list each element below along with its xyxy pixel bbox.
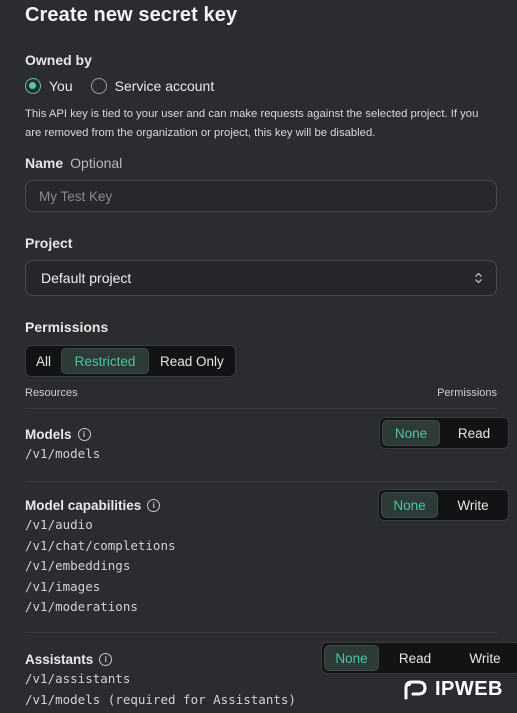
endpoint: /v1/assistants (25, 671, 131, 686)
owned-by-help-text: This API key is tied to your user and ca… (25, 108, 479, 139)
resource-title-text: Model capabilities (25, 498, 142, 513)
resource-title-model-capabilities: Model capabilities i (25, 498, 161, 513)
resource-title-text: Assistants (25, 652, 94, 667)
name-input-placeholder: My Test Key (39, 188, 113, 204)
permission-option-read[interactable]: Read (381, 645, 449, 671)
resource-title-models: Models i (25, 427, 91, 442)
ipweb-logo-icon (403, 679, 429, 701)
permission-option-write[interactable]: Write (451, 645, 517, 671)
permission-option-read[interactable]: Read (442, 420, 506, 446)
permissions-segmented-control: All Restricted Read Only (25, 345, 236, 377)
info-icon[interactable]: i (147, 499, 161, 512)
radio-service-account-label: Service account (114, 78, 215, 94)
radio-service-account[interactable]: Service account (90, 78, 215, 94)
permission-option-read-only[interactable]: Read Only (151, 348, 233, 374)
info-icon[interactable]: i (77, 428, 91, 441)
resource-title-text: Models (25, 427, 72, 442)
owned-by-label: Owned by (25, 52, 92, 68)
models-permission-toggle: None Read (379, 417, 509, 449)
permission-option-none[interactable]: None (324, 645, 379, 671)
project-label: Project (25, 235, 73, 251)
permission-option-write[interactable]: Write (440, 492, 506, 518)
resource-title-assistants: Assistants i (25, 652, 113, 667)
ipweb-watermark-logo: IPWEB (403, 678, 503, 701)
resource-endpoints-model-capabilities: /v1/audio /v1/chat/completions /v1/embed… (25, 515, 176, 618)
resources-column-header: Resources (25, 387, 78, 399)
divider (25, 632, 497, 633)
permission-option-restricted[interactable]: Restricted (61, 348, 150, 374)
name-optional-label: Optional (70, 155, 123, 171)
permission-option-none[interactable]: None (381, 492, 438, 518)
divider (25, 481, 497, 482)
permissions-label: Permissions (25, 319, 109, 335)
endpoint: /v1/moderations (25, 599, 138, 615)
divider (25, 408, 497, 409)
permissions-column-header: Permissions (437, 387, 497, 399)
name-input[interactable]: My Test Key (25, 180, 497, 212)
endpoint: /v1/embeddings (25, 558, 131, 574)
radio-you[interactable]: You (25, 78, 73, 94)
project-select[interactable]: Default project (25, 260, 497, 296)
radio-selected-icon (25, 78, 41, 94)
radio-unselected-icon (90, 78, 107, 94)
name-label-row: Name Optional (25, 155, 122, 171)
watermark-text: IPWEB (434, 678, 503, 700)
assistants-permission-toggle: None Read Write (321, 642, 517, 674)
permission-option-none[interactable]: None (382, 420, 440, 446)
info-icon[interactable]: i (99, 653, 113, 666)
endpoint: /v1/audio (25, 517, 93, 532)
project-select-value: Default project (41, 270, 132, 286)
permission-option-all[interactable]: All (28, 348, 59, 374)
radio-you-label: You (49, 78, 73, 94)
endpoint: /v1/models (25, 446, 101, 461)
endpoint: /v1/models (required for Assistants) (25, 691, 296, 707)
model-capabilities-permission-toggle: None Write (378, 489, 509, 521)
endpoint: /v1/chat/completions (25, 537, 176, 553)
chevron-up-down-icon (474, 272, 483, 284)
dialog-title: Create new secret key (25, 4, 238, 26)
owned-by-radio-group: You Service account (25, 78, 214, 94)
resource-endpoints-models: /v1/models (25, 444, 100, 465)
endpoint: /v1/images (25, 578, 101, 594)
resource-endpoints-assistants: /v1/assistants /v1/models (required for … (25, 669, 296, 710)
name-label: Name (25, 155, 64, 171)
